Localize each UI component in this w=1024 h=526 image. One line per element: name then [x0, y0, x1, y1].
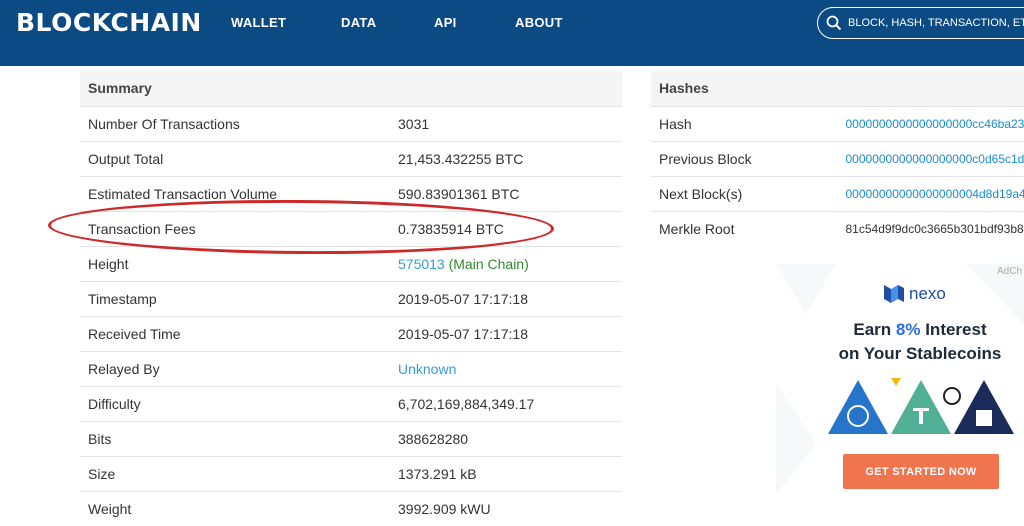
summary-title: Summary	[80, 71, 622, 106]
search-box[interactable]	[817, 7, 1024, 39]
table-row: Merkle Root 81c54d9f9dc0c3665b301bdf93b8…	[651, 211, 1024, 246]
table-row: Bits 388628280	[80, 421, 622, 456]
row-value: 388628280	[390, 421, 622, 456]
row-label: Bits	[80, 421, 390, 456]
nav-about[interactable]: ABOUT	[515, 15, 563, 30]
tusd-box-icon	[976, 410, 992, 426]
blockchain-logo[interactable]: BLOCKCHAIN	[16, 8, 202, 37]
headline-part: Earn	[853, 320, 896, 339]
row-label: Received Time	[80, 316, 390, 351]
nexo-icon	[884, 285, 904, 303]
hashes-table: Hashes Hash 0000000000000000000cc46ba233…	[651, 71, 1024, 246]
nav-api[interactable]: API	[434, 15, 457, 30]
nexo-logo: nexo	[884, 284, 946, 304]
hash-value: 0000000000000000000cc46ba2331fd9ac624980…	[838, 106, 1024, 141]
row-value: Unknown	[390, 351, 622, 386]
row-label: Previous Block	[651, 141, 838, 176]
table-row: Size 1373.291 kB	[80, 456, 622, 491]
row-label: Weight	[80, 491, 390, 526]
table-row: Next Block(s) 00000000000000000004d8d19a…	[651, 176, 1024, 211]
ad-headline: Earn 8% Interest on Your Stablecoins	[775, 318, 1024, 366]
row-value: 6,702,169,884,349.17	[390, 386, 622, 421]
headline-part: Interest	[920, 320, 986, 339]
table-row: Received Time 2019-05-07 17:17:18	[80, 316, 622, 351]
previous-block-link[interactable]: 0000000000000000000c0d65c1dcb404327a2b19	[838, 141, 1024, 176]
top-navigation-bar: BLOCKCHAIN WALLET DATA API ABOUT	[0, 0, 1024, 66]
row-label: Difficulty	[80, 386, 390, 421]
get-started-button[interactable]: GET STARTED NOW	[843, 454, 999, 489]
gusd-icon	[944, 388, 960, 404]
row-label: Number Of Transactions	[80, 106, 390, 141]
stablecoin-icons	[828, 378, 1016, 436]
row-label: Merkle Root	[651, 211, 838, 246]
row-value: 2019-05-07 17:17:18	[390, 281, 622, 316]
height-link[interactable]: 575013	[398, 256, 445, 272]
table-row: Output Total 21,453.432255 BTC	[80, 141, 622, 176]
row-label: Hash	[651, 106, 838, 141]
row-value: 21,453.432255 BTC	[390, 141, 622, 176]
main-chain-label: (Main Chain)	[449, 256, 529, 272]
search-input[interactable]	[848, 17, 1024, 29]
table-row: Difficulty 6,702,169,884,349.17	[80, 386, 622, 421]
nav-wallet[interactable]: WALLET	[231, 15, 286, 30]
table-row: Previous Block 0000000000000000000c0d65c…	[651, 141, 1024, 176]
headline-line-2: on Your Stablecoins	[775, 342, 1024, 366]
nav-data[interactable]: DATA	[341, 15, 376, 30]
relayed-by-link[interactable]: Unknown	[398, 361, 456, 377]
table-row: Number Of Transactions 3031	[80, 106, 622, 141]
adchoices-label[interactable]: AdCh	[997, 266, 1022, 277]
row-value: 3992.909 kWU	[390, 491, 622, 526]
merkle-root-value: 81c54d9f9dc0c3665b301bdf93b856aa3079eb7c…	[838, 211, 1024, 246]
row-label: Next Block(s)	[651, 176, 838, 211]
next-block-link[interactable]: 00000000000000000004d8d19a4ea47af5748720	[838, 176, 1024, 211]
table-row: Relayed By Unknown	[80, 351, 622, 386]
hashes-title: Hashes	[651, 71, 1024, 106]
row-value: 1373.291 kB	[390, 456, 622, 491]
headline-percent: 8%	[896, 320, 921, 339]
table-row: Hash 0000000000000000000cc46ba2331fd9ac6…	[651, 106, 1024, 141]
tether-stem-icon	[919, 408, 923, 424]
row-value: 2019-05-07 17:17:18	[390, 316, 622, 351]
row-label: Size	[80, 456, 390, 491]
row-label: Relayed By	[80, 351, 390, 386]
row-label: Timestamp	[80, 281, 390, 316]
table-row: Weight 3992.909 kWU	[80, 491, 622, 526]
nexo-brand: nexo	[909, 284, 946, 304]
table-row: Timestamp 2019-05-07 17:17:18	[80, 281, 622, 316]
search-icon	[826, 15, 842, 31]
row-label: Output Total	[80, 141, 390, 176]
summary-table: Summary Number Of Transactions 3031 Outp…	[80, 71, 622, 526]
row-value: 3031	[390, 106, 622, 141]
